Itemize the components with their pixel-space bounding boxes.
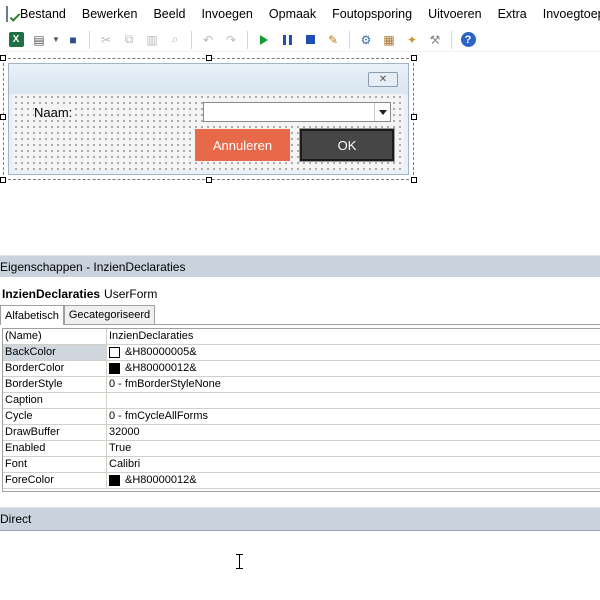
properties-window-icon[interactable]: ▦ [379, 30, 399, 50]
toolbar-separator [247, 30, 248, 49]
property-value[interactable]: &H80000012& [107, 473, 600, 488]
menu-opmaak[interactable]: Opmaak [269, 7, 316, 21]
property-row[interactable]: BackColor &H80000005& [3, 345, 600, 361]
object-name: InzienDeclaraties [2, 287, 101, 301]
property-name: BorderColor [3, 361, 107, 376]
toolbar-separator [349, 30, 350, 49]
userform-titlebar[interactable]: ✕ [9, 64, 408, 94]
property-value[interactable]: 0 - fmCycleAllForms [107, 409, 600, 424]
naam-label: Naam: [34, 105, 75, 120]
toolbar-separator [89, 30, 90, 49]
cut-icon[interactable]: ✂ [96, 30, 116, 50]
resize-handle[interactable] [0, 177, 6, 183]
property-row[interactable]: Cycle 0 - fmCycleAllForms [3, 409, 600, 425]
insert-userform-icon[interactable]: ▤ [29, 30, 49, 50]
property-name: Caption [3, 393, 107, 408]
undo-icon[interactable]: ↶ [198, 30, 218, 50]
properties-titlebar: Eigenschappen - InzienDeclaraties [0, 255, 600, 277]
design-mode-icon[interactable]: ✎ [323, 30, 343, 50]
property-name: Cycle [3, 409, 107, 424]
copy-icon[interactable]: ⧉ [119, 30, 139, 50]
properties-grid: (Name) InzienDeclaraties BackColor &H800… [2, 328, 600, 492]
property-row[interactable]: (Name) InzienDeclaraties [3, 329, 600, 345]
userform-designer-frame: ✕ Naam: Annuleren OK [0, 55, 417, 183]
properties-object-selector[interactable]: InzienDeclaraties UserForm [0, 284, 600, 304]
userform-canvas[interactable]: Naam: Annuleren OK [13, 94, 404, 170]
property-row[interactable]: Enabled True [3, 441, 600, 457]
reset-icon[interactable] [300, 30, 320, 50]
project-explorer-icon[interactable]: ⚙ [356, 30, 376, 50]
property-name: Font [3, 457, 107, 472]
resize-handle[interactable] [411, 55, 417, 61]
tab-alfabetisch[interactable]: Alfabetisch [0, 305, 64, 325]
property-row[interactable]: Font Calibri [3, 457, 600, 473]
resize-handle[interactable] [0, 114, 6, 120]
ok-button[interactable]: OK [299, 128, 395, 162]
property-value[interactable]: 32000 [107, 425, 600, 440]
property-name: BorderStyle [3, 377, 107, 392]
resize-handle[interactable] [0, 55, 6, 61]
resize-handle[interactable] [411, 114, 417, 120]
property-row[interactable]: ForeColor &H80000012& [3, 473, 600, 489]
resize-handle[interactable] [206, 55, 212, 61]
menu-bar: Bestand Bewerken Beeld Invoegen Opmaak F… [0, 0, 600, 28]
resize-handle[interactable] [206, 177, 212, 183]
menu-invoegen[interactable]: Invoegen [201, 7, 252, 21]
close-icon[interactable]: ✕ [368, 72, 398, 87]
menu-beeld[interactable]: Beeld [153, 7, 185, 21]
direct-window-titlebar: Direct [0, 507, 600, 531]
property-name: BackColor [3, 345, 107, 360]
property-value[interactable]: Calibri [107, 457, 600, 472]
menu-invoegtoepassingen[interactable]: Invoegtoepassingen [543, 7, 600, 21]
menu-bewerken[interactable]: Bewerken [82, 7, 138, 21]
property-value[interactable] [107, 393, 600, 408]
menu-uitvoeren[interactable]: Uitvoeren [428, 7, 482, 21]
redo-icon[interactable]: ↷ [221, 30, 241, 50]
object-browser-icon[interactable]: ✦ [402, 30, 422, 50]
properties-tabs: Alfabetisch Gecategoriseerd [0, 305, 600, 325]
menu-bestand[interactable]: Bestand [20, 7, 66, 21]
property-row[interactable]: BorderColor &H80000012& [3, 361, 600, 377]
help-icon[interactable]: ? [458, 30, 478, 50]
property-value[interactable]: 0 - fmBorderStyleNone [107, 377, 600, 392]
object-type: UserForm [104, 287, 158, 301]
property-name: Enabled [3, 441, 107, 456]
paste-icon[interactable]: ▥ [142, 30, 162, 50]
toolbox-icon[interactable]: ⚒ [425, 30, 445, 50]
color-swatch [109, 347, 120, 358]
property-value[interactable]: &H80000005& [107, 345, 600, 360]
run-icon[interactable] [254, 30, 274, 50]
dropdown-arrow-icon[interactable]: ▼ [52, 30, 60, 50]
annuleren-button[interactable]: Annuleren [195, 129, 290, 161]
menu-extra[interactable]: Extra [498, 7, 527, 21]
break-icon[interactable] [277, 30, 297, 50]
property-row[interactable]: Caption [3, 393, 600, 409]
property-value[interactable]: True [107, 441, 600, 456]
toolbar-separator [191, 30, 192, 49]
userform-window[interactable]: ✕ Naam: Annuleren OK [8, 63, 409, 175]
find-icon[interactable]: ⌕ [165, 30, 185, 50]
property-value[interactable]: InzienDeclaraties [107, 329, 600, 344]
property-name: (Name) [3, 329, 107, 344]
property-name: DrawBuffer [3, 425, 107, 440]
toolbar-separator [451, 30, 452, 49]
property-name: ForeColor [3, 473, 107, 488]
menu-foutopsporing[interactable]: Foutopsporing [332, 7, 412, 21]
text-cursor-icon [236, 554, 243, 569]
color-swatch [109, 475, 120, 486]
excel-icon[interactable]: X [6, 30, 26, 50]
chevron-down-icon[interactable] [374, 103, 390, 121]
naam-combobox[interactable] [203, 102, 391, 122]
save-icon[interactable]: ■ [63, 30, 83, 50]
property-row[interactable]: DrawBuffer 32000 [3, 425, 600, 441]
color-swatch [109, 363, 120, 374]
direct-window-editor[interactable] [0, 532, 600, 600]
tab-gecategoriseerd[interactable]: Gecategoriseerd [63, 305, 156, 324]
property-value[interactable]: &H80000012& [107, 361, 600, 376]
resize-handle[interactable] [411, 177, 417, 183]
vba-app-icon[interactable] [6, 6, 8, 22]
standard-toolbar: X ▤ ▼ ■ ✂ ⧉ ▥ ⌕ ↶ ↷ ✎ ⚙ ▦ ✦ ⚒ ? [0, 28, 600, 52]
property-row[interactable]: BorderStyle 0 - fmBorderStyleNone [3, 377, 600, 393]
